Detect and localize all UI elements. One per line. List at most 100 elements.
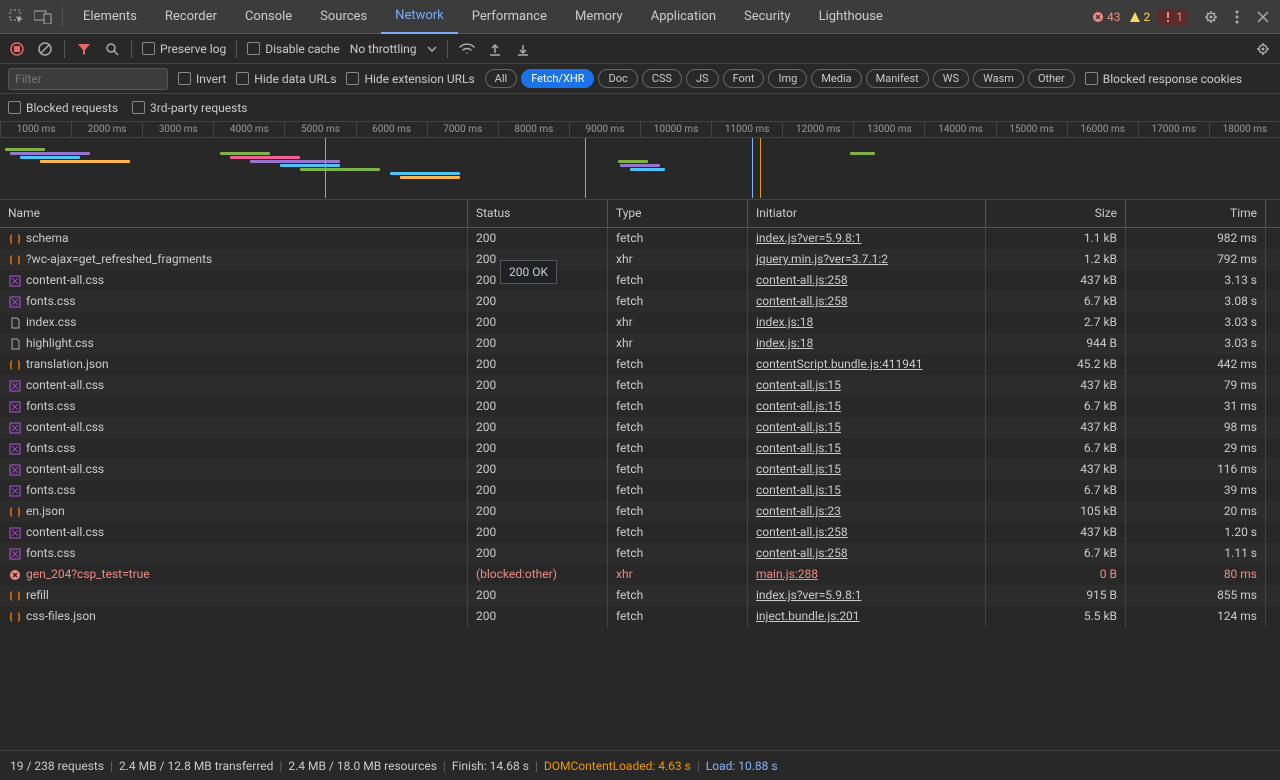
filter-pill-img[interactable]: Img (768, 69, 807, 88)
col-name[interactable]: Name (0, 200, 468, 227)
table-row[interactable]: gen_204?csp_test=true(blocked:other)xhrm… (0, 564, 1280, 585)
request-initiator[interactable]: contentScript.bundle.js:411941 (748, 354, 986, 375)
filter-pill-js[interactable]: JS (686, 69, 719, 88)
request-initiator[interactable]: content-all.js:258 (748, 270, 986, 291)
chevron-down-icon[interactable] (427, 46, 437, 52)
filter-pill-css[interactable]: CSS (642, 69, 682, 88)
request-time: 98 ms (1126, 417, 1266, 438)
inspect-icon[interactable] (4, 4, 30, 30)
disable-cache-checkbox[interactable]: Disable cache (247, 42, 340, 56)
table-row[interactable]: en.json200fetchcontent-all.js:23105 kB20… (0, 501, 1280, 522)
request-table[interactable]: 200 OK schema200fetchindex.js?ver=5.9.8:… (0, 228, 1280, 680)
tab-console[interactable]: Console (231, 0, 306, 34)
request-initiator[interactable]: content-all.js:15 (748, 396, 986, 417)
filter-pill-ws[interactable]: WS (933, 69, 969, 88)
tab-lighthouse[interactable]: Lighthouse (805, 0, 897, 34)
table-row[interactable]: fonts.css200fetchcontent-all.js:156.7 kB… (0, 396, 1280, 417)
table-row[interactable]: content-all.css200fetchcontent-all.js:25… (0, 522, 1280, 543)
request-initiator[interactable]: content-all.js:15 (748, 375, 986, 396)
request-initiator[interactable]: content-all.js:15 (748, 459, 986, 480)
table-row[interactable]: fonts.css200fetchcontent-all.js:2586.7 k… (0, 543, 1280, 564)
col-status[interactable]: Status (468, 200, 608, 227)
throttling-select[interactable]: No throttling (350, 42, 417, 56)
table-row[interactable]: content-all.css200fetchcontent-all.js:15… (0, 459, 1280, 480)
blocked-cookies-checkbox[interactable]: Blocked response cookies (1085, 72, 1242, 86)
request-initiator[interactable]: content-all.js:258 (748, 522, 986, 543)
tab-memory[interactable]: Memory (561, 0, 637, 34)
table-row[interactable]: content-all.css200fetchcontent-all.js:15… (0, 375, 1280, 396)
request-initiator[interactable]: inject.bundle.js:201 (748, 606, 986, 627)
timeline-tick: 4000 ms (213, 122, 284, 137)
record-icon[interactable] (8, 40, 26, 58)
table-row[interactable]: index.css200xhrindex.js:182.7 kB3.03 s (0, 312, 1280, 333)
table-row[interactable]: schema200fetchindex.js?ver=5.9.8:11.1 kB… (0, 228, 1280, 249)
request-initiator[interactable]: content-all.js:258 (748, 543, 986, 564)
network-settings-icon[interactable] (1254, 40, 1272, 58)
network-toolbar: Preserve log Disable cache No throttling (0, 34, 1280, 64)
request-initiator[interactable]: content-all.js:258 (748, 291, 986, 312)
request-initiator[interactable]: index.js:18 (748, 333, 986, 354)
device-toggle-icon[interactable] (30, 4, 56, 30)
upload-icon[interactable] (486, 40, 504, 58)
error-count[interactable]: 43 (1092, 10, 1121, 24)
table-row[interactable]: content-all.css200fetchcontent-all.js:15… (0, 417, 1280, 438)
search-icon[interactable] (103, 40, 121, 58)
filter-pill-font[interactable]: Font (723, 69, 765, 88)
more-icon[interactable] (1224, 4, 1250, 30)
col-type[interactable]: Type (608, 200, 748, 227)
tab-recorder[interactable]: Recorder (151, 0, 231, 34)
tab-application[interactable]: Application (637, 0, 730, 34)
timeline-overview[interactable]: 1000 ms2000 ms3000 ms4000 ms5000 ms6000 … (0, 122, 1280, 200)
tab-performance[interactable]: Performance (458, 0, 561, 34)
tab-sources[interactable]: Sources (306, 0, 381, 34)
hide-extension-urls-checkbox[interactable]: Hide extension URLs (346, 72, 474, 86)
request-initiator[interactable]: index.js?ver=5.9.8:1 (748, 585, 986, 606)
invert-checkbox[interactable]: Invert (178, 72, 226, 86)
request-initiator[interactable]: content-all.js:23 (748, 501, 986, 522)
request-initiator[interactable]: index.js?ver=5.9.8:1 (748, 228, 986, 249)
issue-count[interactable]: 1 (1158, 9, 1188, 25)
filter-pill-all[interactable]: All (485, 69, 518, 88)
table-row[interactable]: css-files.json200fetchinject.bundle.js:2… (0, 606, 1280, 627)
request-initiator[interactable]: main.js:288 (748, 564, 986, 585)
filter-pill-doc[interactable]: Doc (598, 69, 637, 88)
download-icon[interactable] (514, 40, 532, 58)
wifi-icon[interactable] (458, 40, 476, 58)
warning-count[interactable]: 2 (1129, 10, 1151, 24)
hide-data-urls-checkbox[interactable]: Hide data URLs (236, 72, 336, 86)
table-row[interactable]: translation.json200fetchcontentScript.bu… (0, 354, 1280, 375)
preserve-log-checkbox[interactable]: Preserve log (142, 42, 226, 56)
status-bar: 19 / 238 requests| 2.4 MB / 12.8 MB tran… (0, 750, 1280, 780)
table-row[interactable]: content-all.css200fetchcontent-all.js:25… (0, 270, 1280, 291)
table-row[interactable]: fonts.css200fetchcontent-all.js:2586.7 k… (0, 291, 1280, 312)
timeline-tick: 18000 ms (1209, 122, 1280, 137)
table-row[interactable]: fonts.css200fetchcontent-all.js:156.7 kB… (0, 480, 1280, 501)
request-initiator[interactable]: content-all.js:15 (748, 438, 986, 459)
settings-icon[interactable] (1198, 4, 1224, 30)
table-row[interactable]: fonts.css200fetchcontent-all.js:156.7 kB… (0, 438, 1280, 459)
col-size[interactable]: Size (986, 200, 1126, 227)
col-time[interactable]: Time (1126, 200, 1266, 227)
filter-icon[interactable] (75, 40, 93, 58)
request-initiator[interactable]: index.js:18 (748, 312, 986, 333)
filter-pill-manifest[interactable]: Manifest (866, 69, 929, 88)
request-initiator[interactable]: jquery.min.js?ver=3.7.1:2 (748, 249, 986, 270)
table-row[interactable]: highlight.css200xhrindex.js:18944 B3.03 … (0, 333, 1280, 354)
close-icon[interactable] (1250, 4, 1276, 30)
table-row[interactable]: refill200fetchindex.js?ver=5.9.8:1915 B8… (0, 585, 1280, 606)
tab-elements[interactable]: Elements (69, 0, 151, 34)
request-initiator[interactable]: content-all.js:15 (748, 480, 986, 501)
filter-pill-media[interactable]: Media (811, 69, 861, 88)
col-initiator[interactable]: Initiator (748, 200, 986, 227)
third-party-checkbox[interactable]: 3rd-party requests (132, 101, 247, 115)
request-initiator[interactable]: content-all.js:15 (748, 417, 986, 438)
blocked-requests-checkbox[interactable]: Blocked requests (8, 101, 118, 115)
filter-pill-other[interactable]: Other (1028, 69, 1075, 88)
clear-icon[interactable] (36, 40, 54, 58)
filter-input[interactable] (8, 68, 168, 90)
tab-security[interactable]: Security (730, 0, 805, 34)
filter-pill-wasm[interactable]: Wasm (973, 69, 1024, 88)
table-row[interactable]: ?wc-ajax=get_refreshed_fragments200xhrjq… (0, 249, 1280, 270)
filter-pill-fetch-xhr[interactable]: Fetch/XHR (521, 69, 594, 88)
tab-network[interactable]: Network (381, 0, 458, 34)
